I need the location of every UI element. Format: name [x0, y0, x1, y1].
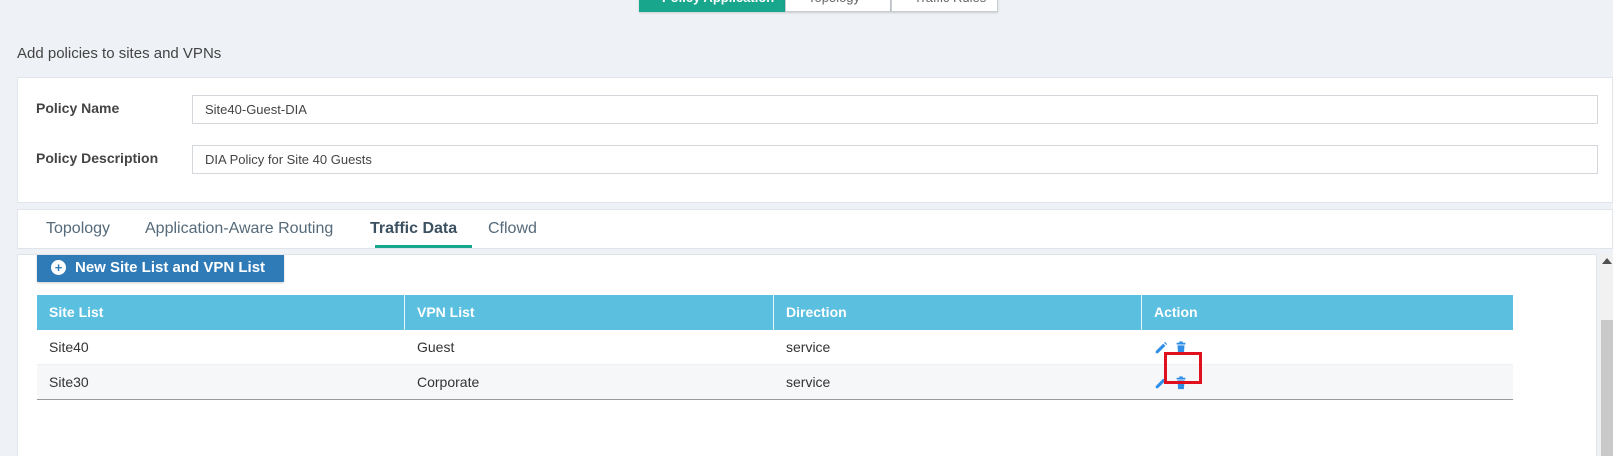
- policy-description-input[interactable]: DIA Policy for Site 40 Guests: [192, 145, 1598, 174]
- cell-direction: service: [786, 339, 831, 355]
- policy-form: Policy Name Site40-Guest-DIA Policy Desc…: [17, 77, 1613, 203]
- table-row: Site40 Guest service: [37, 330, 1513, 365]
- active-tab-indicator: [375, 245, 472, 248]
- policy-tabs: Topology Application-Aware Routing Traff…: [17, 209, 1613, 249]
- policy-name-label: Policy Name: [36, 100, 120, 116]
- column-header-site-list[interactable]: Site List: [37, 295, 405, 330]
- policy-description-label: Policy Description: [36, 150, 159, 166]
- table-header: Site List VPN List Direction Action: [37, 295, 1513, 330]
- tab-topology[interactable]: Topology: [46, 220, 110, 238]
- new-site-list-vpn-list-button[interactable]: + New Site List and VPN List: [37, 255, 284, 282]
- top-tab-traffic-rules[interactable]: Traffic Rules: [891, 0, 998, 12]
- cell-direction: service: [786, 374, 831, 390]
- new-button-label: New Site List and VPN List: [75, 259, 266, 276]
- cell-site-list: Site30: [49, 374, 89, 390]
- cell-site-list: Site40: [49, 339, 89, 355]
- column-header-direction[interactable]: Direction: [774, 295, 1142, 330]
- site-vpn-table: Site List VPN List Direction Action Site…: [37, 295, 1513, 400]
- tab-cflowd[interactable]: Cflowd: [488, 220, 537, 238]
- cell-vpn-list: Guest: [417, 339, 455, 355]
- tab-application-aware-routing[interactable]: Application-Aware Routing: [145, 220, 333, 238]
- table-row: Site30 Corporate service: [37, 365, 1513, 400]
- page-heading: Add policies to sites and VPNs: [17, 45, 222, 62]
- column-header-vpn-list[interactable]: VPN List: [405, 295, 774, 330]
- cell-vpn-list: Corporate: [417, 374, 480, 390]
- tab-traffic-data[interactable]: Traffic Data: [370, 220, 457, 238]
- top-tab-topology[interactable]: Topology: [785, 0, 891, 12]
- top-tab-policy-application[interactable]: Policy Application: [639, 0, 785, 12]
- scroll-up-arrow-icon[interactable]: [1602, 258, 1612, 264]
- column-header-action: Action: [1154, 304, 1198, 320]
- plus-circle-icon: +: [51, 260, 66, 275]
- scrollbar-thumb[interactable]: [1601, 320, 1613, 456]
- top-tab-bar: Policy Application Topology Traffic Rule…: [639, 0, 998, 12]
- policy-name-input[interactable]: Site40-Guest-DIA: [192, 95, 1598, 124]
- traffic-data-panel: + New Site List and VPN List Site List V…: [17, 254, 1597, 456]
- delete-highlight-box: [1164, 352, 1202, 384]
